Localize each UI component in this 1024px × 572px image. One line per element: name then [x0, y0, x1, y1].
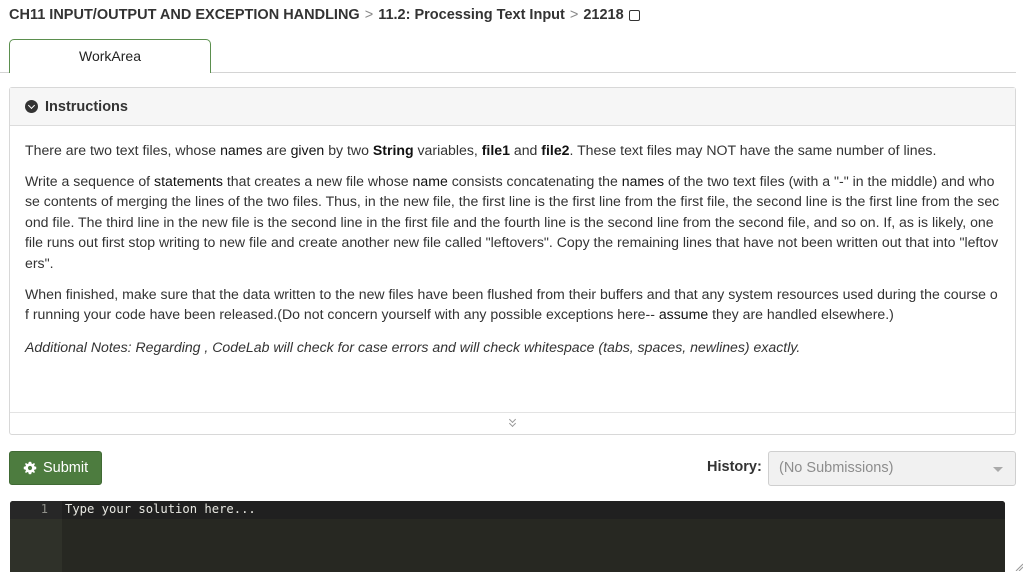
resize-grip-icon[interactable] — [1015, 563, 1023, 571]
chevron-down-icon — [993, 467, 1003, 472]
submit-button[interactable]: Submit — [9, 451, 102, 485]
glossary-term[interactable]: name — [413, 173, 448, 189]
breadcrumb: CH11 INPUT/OUTPUT AND EXCEPTION HANDLING… — [9, 6, 640, 24]
breadcrumb-separator: > — [569, 7, 579, 23]
instructions-paragraph-3: When finished, make sure that the data w… — [25, 285, 998, 323]
code-term: String — [372, 142, 414, 158]
history-dropdown[interactable]: (No Submissions) — [768, 451, 1016, 486]
code-term: file2 — [541, 142, 570, 158]
chevron-down-circle-icon — [25, 100, 38, 113]
breadcrumb-separator: > — [364, 7, 374, 23]
glossary-term[interactable]: names — [220, 142, 262, 158]
bookmark-checkbox-icon[interactable] — [628, 9, 640, 21]
glossary-term[interactable]: assume — [659, 306, 708, 322]
history-selected-value: (No Submissions) — [779, 460, 894, 476]
glossary-term[interactable]: given — [291, 142, 325, 158]
additional-notes: Additional Notes: Regarding , CodeLab wi… — [25, 338, 801, 355]
breadcrumb-chapter[interactable]: CH11 INPUT/OUTPUT AND EXCEPTION HANDLING — [9, 7, 360, 23]
instructions-title: Instructions — [45, 98, 128, 115]
glossary-term[interactable]: names — [622, 173, 664, 189]
glossary-term[interactable]: statements — [154, 173, 223, 189]
instructions-toggle[interactable]: Instructions — [10, 88, 1015, 126]
expand-instructions-button[interactable] — [10, 412, 1015, 434]
gear-icon — [23, 461, 37, 475]
breadcrumb-exercise: 21218 — [583, 7, 624, 23]
line-number: 1 — [40, 502, 48, 516]
breadcrumb-section[interactable]: 11.2: Processing Text Input — [378, 7, 565, 23]
instructions-paragraph-2: Write a sequence of statements that crea… — [25, 172, 1000, 271]
instructions-body: There are two text files, whose names ar… — [10, 126, 1015, 357]
submit-label: Submit — [43, 460, 89, 476]
editor-placeholder: Type your solution here... — [65, 502, 256, 516]
tab-bar: WorkArea — [0, 39, 1016, 73]
history-label: History: — [707, 459, 762, 475]
tab-workarea[interactable]: WorkArea — [9, 39, 211, 73]
instructions-panel: Instructions There are two text files, w… — [9, 87, 1016, 435]
code-editor[interactable]: 1 Type your solution here... — [10, 501, 1005, 572]
double-chevron-down-icon — [508, 415, 518, 429]
code-term: file1 — [481, 142, 510, 158]
instructions-paragraph-1: There are two text files, whose names ar… — [25, 142, 937, 158]
